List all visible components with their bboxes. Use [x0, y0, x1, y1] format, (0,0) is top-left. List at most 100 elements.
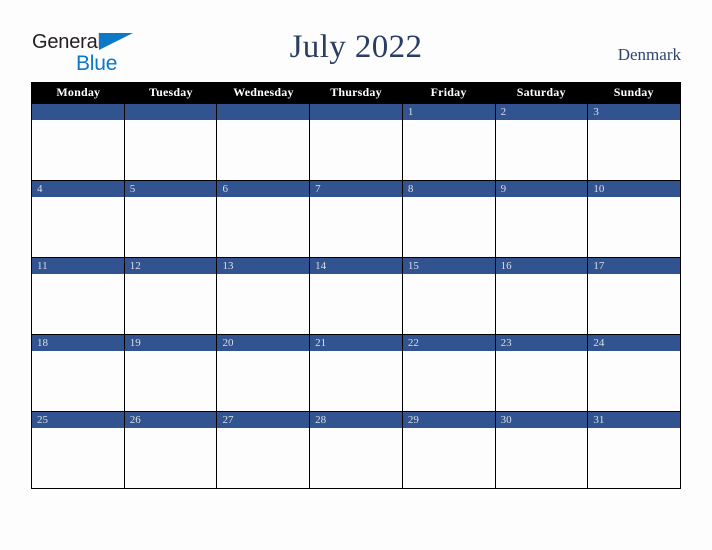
day-cell[interactable] — [217, 104, 311, 180]
day-note-area[interactable] — [32, 274, 124, 334]
day-note-area[interactable] — [588, 274, 681, 334]
day-cell[interactable]: 8 — [402, 181, 496, 257]
day-cell[interactable]: 9 — [495, 181, 589, 257]
day-cell[interactable]: 11 — [32, 258, 125, 334]
day-number: 29 — [402, 412, 495, 428]
day-number: 26 — [124, 412, 217, 428]
day-cell[interactable]: 31 — [588, 412, 681, 488]
day-cell[interactable]: 19 — [124, 335, 218, 411]
day-note-area[interactable] — [124, 428, 217, 488]
day-cell[interactable]: 20 — [217, 335, 311, 411]
weekday-header-sunday: Sunday — [613, 85, 654, 99]
page-header: General Blue July 2022 Denmark — [0, 0, 712, 80]
day-note-area[interactable] — [402, 120, 495, 180]
day-cell[interactable]: 21 — [310, 335, 403, 411]
day-note-area[interactable] — [588, 351, 681, 411]
day-note-area[interactable] — [495, 197, 588, 257]
day-cell[interactable]: 12 — [124, 258, 218, 334]
day-cell[interactable]: 23 — [495, 335, 589, 411]
day-note-area[interactable] — [217, 274, 310, 334]
day-cell[interactable]: 27 — [217, 412, 311, 488]
day-cell[interactable]: 29 — [402, 412, 496, 488]
country-label: Denmark — [617, 45, 681, 64]
day-note-area[interactable] — [217, 428, 310, 488]
day-number: 6 — [217, 181, 310, 197]
day-number: 9 — [495, 181, 588, 197]
day-cell[interactable]: 22 — [402, 335, 496, 411]
day-note-area[interactable] — [32, 197, 124, 257]
weekday-header-tuesday: Tuesday — [149, 85, 193, 99]
day-cell[interactable]: 17 — [588, 258, 681, 334]
day-note-area[interactable] — [588, 197, 681, 257]
day-cell[interactable]: 13 — [217, 258, 311, 334]
day-note-area[interactable] — [402, 351, 495, 411]
day-note-area[interactable] — [124, 197, 217, 257]
day-cell[interactable]: 28 — [310, 412, 403, 488]
day-note-area[interactable] — [310, 274, 402, 334]
day-cell[interactable]: 30 — [495, 412, 589, 488]
day-number: 23 — [495, 335, 588, 351]
day-cell[interactable]: 6 — [217, 181, 311, 257]
day-number: 21 — [310, 335, 402, 351]
day-note-area[interactable] — [32, 120, 124, 180]
day-number: 30 — [495, 412, 588, 428]
day-number: 5 — [124, 181, 217, 197]
day-number: 8 — [402, 181, 495, 197]
weekday-header-thursday: Thursday — [330, 85, 382, 99]
day-number — [124, 104, 217, 120]
day-note-area[interactable] — [217, 197, 310, 257]
day-note-area[interactable] — [495, 428, 588, 488]
day-note-area[interactable] — [310, 120, 402, 180]
day-number: 7 — [310, 181, 402, 197]
day-note-area[interactable] — [310, 351, 402, 411]
day-note-area[interactable] — [588, 428, 681, 488]
day-number: 25 — [32, 412, 124, 428]
day-cell[interactable]: 4 — [32, 181, 125, 257]
week-row: 1 2 3 — [32, 103, 681, 180]
day-cell[interactable]: 5 — [124, 181, 218, 257]
day-cell[interactable]: 24 — [588, 335, 681, 411]
week-row: 18 19 20 21 22 23 24 — [32, 334, 681, 411]
weekday-header-friday: Friday — [430, 85, 467, 99]
day-cell[interactable]: 7 — [310, 181, 403, 257]
day-cell[interactable] — [124, 104, 218, 180]
day-note-area[interactable] — [402, 197, 495, 257]
day-cell[interactable]: 16 — [495, 258, 589, 334]
day-note-area[interactable] — [217, 351, 310, 411]
day-note-area[interactable] — [32, 428, 124, 488]
day-note-area[interactable] — [124, 274, 217, 334]
day-cell[interactable]: 15 — [402, 258, 496, 334]
day-cell[interactable]: 25 — [32, 412, 125, 488]
day-note-area[interactable] — [495, 351, 588, 411]
day-cell[interactable]: 26 — [124, 412, 218, 488]
day-note-area[interactable] — [495, 120, 588, 180]
day-note-area[interactable] — [217, 120, 310, 180]
day-cell[interactable]: 18 — [32, 335, 125, 411]
day-cell[interactable]: 10 — [588, 181, 681, 257]
day-number: 24 — [588, 335, 681, 351]
day-number: 17 — [588, 258, 681, 274]
day-cell[interactable] — [310, 104, 403, 180]
week-row: 25 26 27 28 29 30 31 — [32, 411, 681, 488]
day-note-area[interactable] — [402, 428, 495, 488]
day-note-area[interactable] — [310, 197, 402, 257]
day-cell[interactable]: 14 — [310, 258, 403, 334]
day-note-area[interactable] — [495, 274, 588, 334]
day-cell[interactable]: 2 — [495, 104, 589, 180]
day-note-area[interactable] — [402, 274, 495, 334]
day-number: 12 — [124, 258, 217, 274]
day-number: 16 — [495, 258, 588, 274]
day-note-area[interactable] — [588, 120, 681, 180]
day-note-area[interactable] — [124, 120, 217, 180]
day-note-area[interactable] — [32, 351, 124, 411]
day-cell[interactable]: 1 — [402, 104, 496, 180]
day-cell[interactable]: 3 — [588, 104, 681, 180]
week-row: 4 5 6 7 8 9 10 — [32, 180, 681, 257]
day-note-area[interactable] — [124, 351, 217, 411]
page-title: July 2022 — [289, 29, 423, 65]
day-number: 22 — [402, 335, 495, 351]
day-cell[interactable] — [32, 104, 125, 180]
day-note-area[interactable] — [310, 428, 402, 488]
day-number: 14 — [310, 258, 402, 274]
week-row: 11 12 13 14 15 16 17 — [32, 257, 681, 334]
